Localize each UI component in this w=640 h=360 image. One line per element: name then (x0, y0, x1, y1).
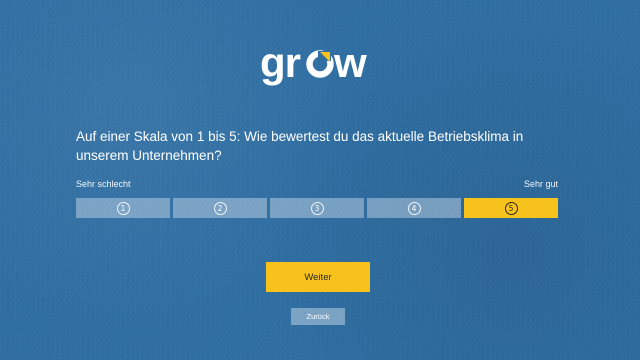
rating-option-4[interactable]: 4 (367, 198, 461, 218)
rating-option-3[interactable]: 3 (270, 198, 364, 218)
rating-option-1[interactable]: 1 (76, 198, 170, 218)
rating-scale: 1 2 3 4 5 (76, 198, 558, 218)
back-button[interactable]: Zurück (291, 308, 345, 325)
rating-number: 5 (504, 201, 518, 215)
question-text: Auf einer Skala von 1 bis 5: Wie bewerte… (76, 129, 524, 163)
scale-min-label: Sehr schlecht (76, 179, 131, 189)
rating-number: 4 (407, 201, 421, 215)
svg-text:w: w (333, 42, 367, 86)
next-button[interactable]: Weiter (266, 262, 370, 292)
rating-number: 1 (116, 201, 130, 215)
rating-number: 3 (310, 201, 324, 215)
grow-logo: gr w (258, 42, 382, 90)
svg-text:gr: gr (260, 42, 301, 86)
rating-option-2[interactable]: 2 (173, 198, 267, 218)
rating-option-5[interactable]: 5 (464, 198, 558, 218)
rating-number: 2 (213, 201, 227, 215)
scale-max-label: Sehr gut (523, 179, 558, 189)
grow-logo-mark: gr w (260, 42, 368, 86)
